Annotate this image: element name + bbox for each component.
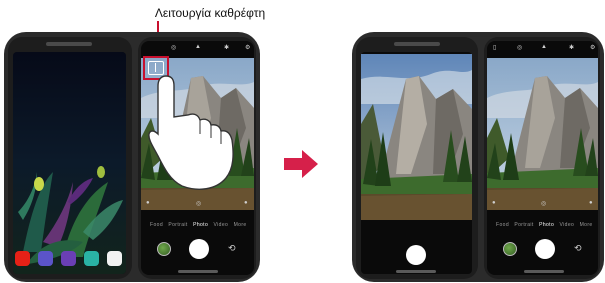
dual-screen-app-icon[interactable] xyxy=(84,251,99,266)
switch-camera-icon[interactable]: ⟲ xyxy=(228,243,236,254)
right-arrow-icon xyxy=(284,150,318,178)
camera-settings-icon[interactable]: ◎ xyxy=(171,44,176,51)
home-indicator xyxy=(396,270,436,273)
timer-icon[interactable]: ✱ xyxy=(569,44,574,51)
mirror-mode-icon xyxy=(155,63,156,72)
home-wallpaper xyxy=(13,52,126,274)
zoom-icon[interactable]: ◎ xyxy=(196,200,201,207)
gear-icon[interactable]: ⚙ xyxy=(590,44,595,51)
lens-ultra-wide-icon[interactable]: ● xyxy=(492,200,496,206)
mirror-shutter-button[interactable] xyxy=(406,245,426,265)
camera-mode-item[interactable]: More xyxy=(580,222,593,228)
yosemite-landscape-preview xyxy=(487,58,598,210)
home-indicator xyxy=(524,270,564,273)
camera-mode-item[interactable]: Food xyxy=(150,222,163,228)
flash-icon[interactable]: ▲ xyxy=(195,44,201,50)
camera-settings-icon[interactable]: ◎ xyxy=(517,44,522,51)
lens-telephoto-icon[interactable]: ● xyxy=(244,200,248,206)
home-indicator xyxy=(178,270,218,273)
earpiece-speaker xyxy=(46,42,92,46)
timer-icon[interactable]: ✱ xyxy=(224,44,229,51)
shutter-button[interactable] xyxy=(535,239,555,259)
camera-mode-item-selected[interactable]: Photo xyxy=(539,222,554,228)
yosemite-landscape-mirror xyxy=(361,54,472,220)
mirror-camera-preview xyxy=(361,54,472,220)
camera-mode-item[interactable]: Portrait xyxy=(168,222,187,228)
switch-camera-icon[interactable]: ⟲ xyxy=(574,243,582,254)
hand-pointer-illustration xyxy=(148,75,234,190)
gallery-thumbnail-icon[interactable] xyxy=(157,242,171,256)
camera-mode-item[interactable]: Video xyxy=(560,222,575,228)
wallpaper-plants-illustration xyxy=(13,52,126,274)
flash-icon[interactable]: ▲ xyxy=(541,44,547,50)
mirror-mode-button[interactable] xyxy=(148,61,164,75)
gallery-app-icon[interactable] xyxy=(38,251,53,266)
camera-preview xyxy=(487,58,598,210)
youtube-app-icon[interactable] xyxy=(15,251,30,266)
camera-mode-item[interactable]: Food xyxy=(496,222,509,228)
shutter-button[interactable] xyxy=(189,239,209,259)
mirror-mode-icon[interactable]: ▯ xyxy=(493,44,496,51)
gallery-thumbnail-icon[interactable] xyxy=(503,242,517,256)
camera-mode-selector[interactable]: Food Portrait Photo Video More xyxy=(496,222,593,228)
mirror-mode-caption: Λειτουργία καθρέφτη xyxy=(154,6,266,20)
camera-mode-selector[interactable]: Food Portrait Photo Video More xyxy=(150,222,247,228)
lens-ultra-wide-icon[interactable]: ● xyxy=(146,200,150,206)
camera-mode-item[interactable]: Video xyxy=(214,222,229,228)
earpiece-speaker xyxy=(394,42,440,46)
app-drawer-icon[interactable] xyxy=(107,251,122,266)
zoom-icon[interactable]: ◎ xyxy=(541,200,546,207)
gear-icon[interactable]: ⚙ xyxy=(245,44,250,51)
camera-mode-item[interactable]: More xyxy=(234,222,247,228)
game-app-icon[interactable] xyxy=(61,251,76,266)
camera-mode-item[interactable]: Portrait xyxy=(514,222,533,228)
lens-telephoto-icon[interactable]: ● xyxy=(589,200,593,206)
camera-mode-item-selected[interactable]: Photo xyxy=(193,222,208,228)
